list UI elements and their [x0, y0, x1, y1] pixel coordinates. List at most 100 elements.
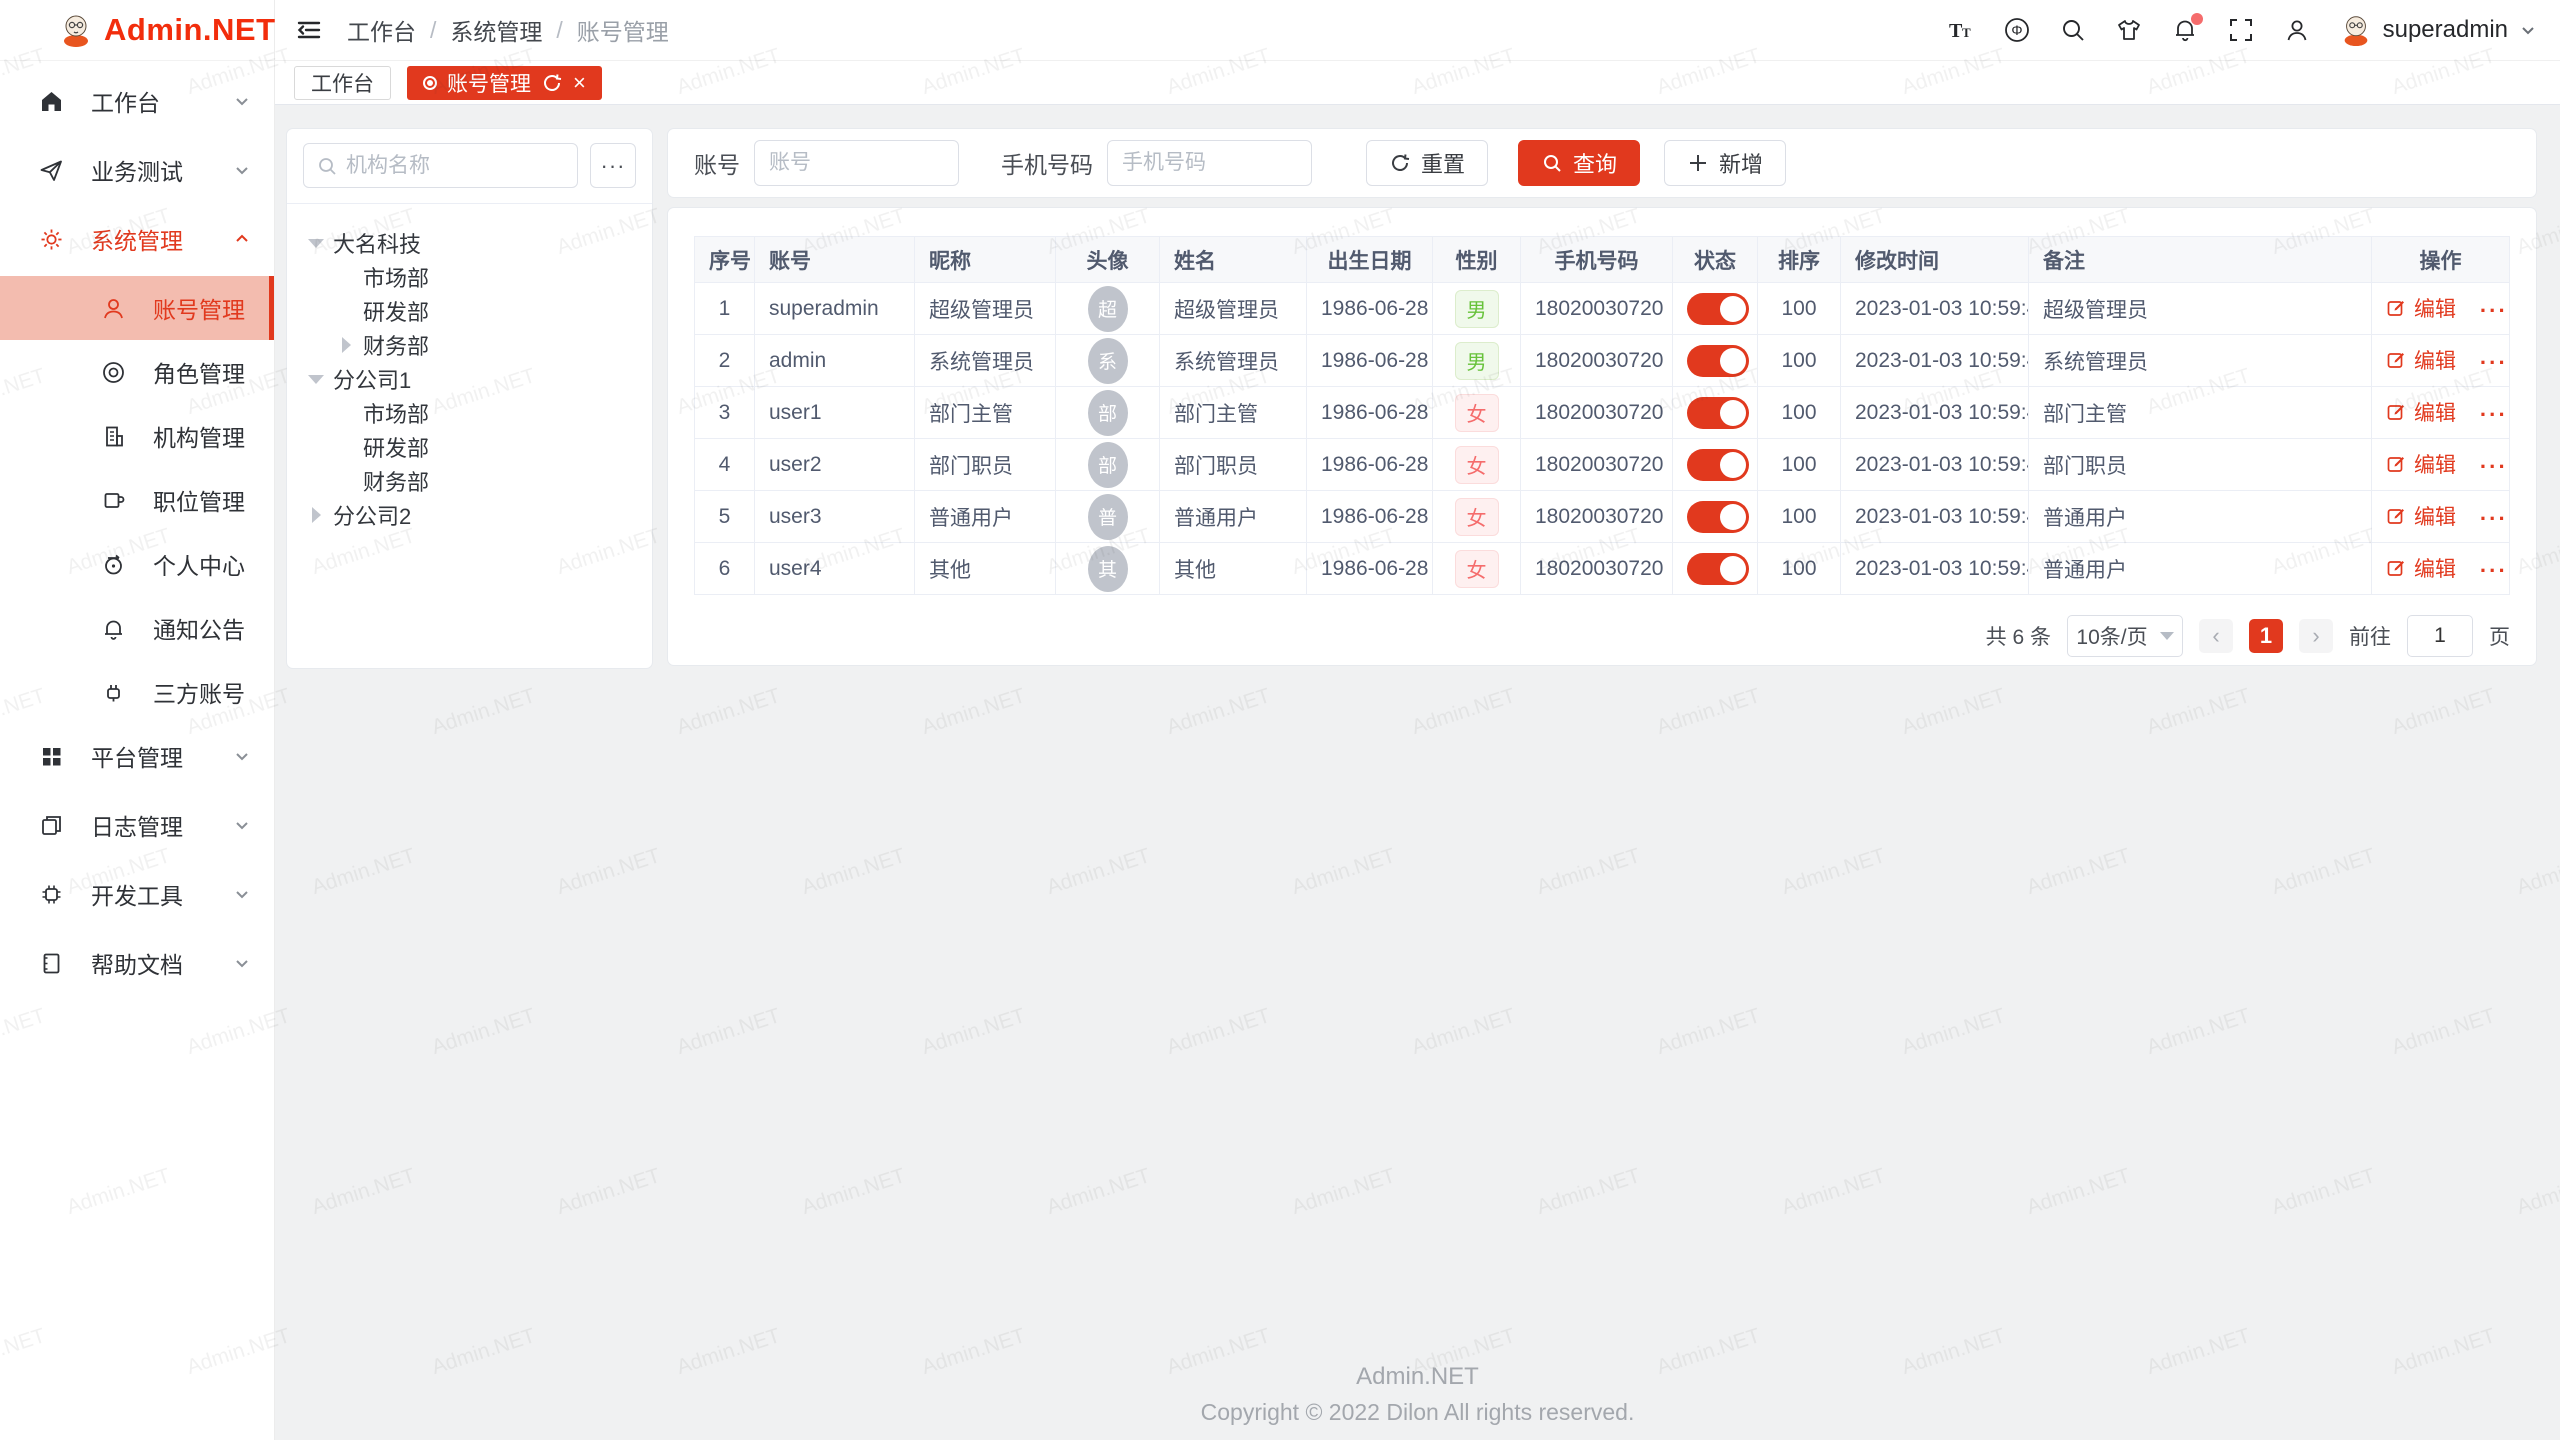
cell-sort: 100: [1758, 439, 1841, 491]
status-toggle[interactable]: [1687, 501, 1749, 533]
sidebar-item-business-test[interactable]: 业务测试: [0, 138, 274, 202]
logo[interactable]: Admin.NET: [0, 0, 274, 61]
edit-button[interactable]: 编辑: [2386, 501, 2456, 531]
org-more-button[interactable]: ···: [590, 143, 636, 188]
search-icon: [316, 155, 338, 177]
col-remark: 备注: [2029, 237, 2372, 283]
top-header: 工作台 / 系统管理 / 账号管理 TT Φ: [275, 0, 2560, 61]
tree-caret-icon[interactable]: [305, 368, 327, 390]
row-more-button[interactable]: ···: [2480, 402, 2508, 427]
cell-gender: 女: [1433, 491, 1521, 543]
row-more-button[interactable]: ···: [2480, 558, 2508, 583]
tree-caret-icon[interactable]: [335, 470, 357, 492]
status-toggle[interactable]: [1687, 553, 1749, 585]
table-row: 2 admin 系统管理员 系 系统管理员 1986-06-28 男 18020…: [695, 335, 2510, 387]
breadcrumb-item[interactable]: 系统管理: [450, 13, 542, 47]
chevron-down-icon: [232, 160, 252, 180]
sidebar-item-role-management[interactable]: 角色管理: [0, 340, 274, 404]
status-toggle[interactable]: [1687, 345, 1749, 377]
prev-page-button[interactable]: ‹: [2199, 619, 2233, 653]
edit-button[interactable]: 编辑: [2386, 397, 2456, 427]
breadcrumb-item[interactable]: 工作台: [347, 13, 416, 47]
row-more-button[interactable]: ···: [2480, 506, 2508, 531]
theme-shirt-icon[interactable]: [2115, 16, 2143, 44]
org-search-input[interactable]: [346, 154, 565, 178]
collapse-menu-icon[interactable]: [295, 16, 323, 44]
edit-button[interactable]: 编辑: [2386, 345, 2456, 375]
tree-node[interactable]: 财务部: [297, 328, 642, 362]
row-more-button[interactable]: ···: [2480, 350, 2508, 375]
query-button[interactable]: 查询: [1518, 140, 1640, 186]
goto-page-input[interactable]: [2407, 615, 2473, 657]
refresh-tab-icon[interactable]: [541, 72, 563, 94]
next-page-button[interactable]: ›: [2299, 619, 2333, 653]
sidebar-item-system-management[interactable]: 系统管理: [0, 207, 274, 271]
add-button[interactable]: 新增: [1664, 140, 1786, 186]
tree-caret-icon[interactable]: [335, 402, 357, 424]
edit-button[interactable]: 编辑: [2386, 293, 2456, 323]
font-size-icon[interactable]: TT: [1947, 16, 1975, 44]
cell-sort: 100: [1758, 283, 1841, 335]
row-more-button[interactable]: ···: [2480, 454, 2508, 479]
sidebar-item-dev-tools[interactable]: 开发工具: [0, 862, 274, 926]
tree-node[interactable]: 研发部: [297, 430, 642, 464]
tree-node[interactable]: 大名科技: [297, 226, 642, 260]
search-icon[interactable]: [2059, 16, 2087, 44]
tree-caret-icon[interactable]: [335, 334, 357, 356]
status-toggle[interactable]: [1687, 293, 1749, 325]
tree-caret-icon[interactable]: [305, 504, 327, 526]
sidebar-item-help-docs[interactable]: 帮助文档: [0, 931, 274, 995]
sidebar-item-position-management[interactable]: 职位管理: [0, 468, 274, 532]
phone-input[interactable]: [1107, 140, 1312, 186]
tree-node[interactable]: 财务部: [297, 464, 642, 498]
edit-button[interactable]: 编辑: [2386, 449, 2456, 479]
tab-account-management[interactable]: 账号管理 ×: [407, 66, 602, 100]
cell-index: 6: [695, 543, 755, 595]
close-tab-icon[interactable]: ×: [573, 70, 586, 96]
col-index: 序号: [695, 237, 755, 283]
current-page[interactable]: 1: [2249, 619, 2283, 653]
tree-node-label: 分公司2: [333, 499, 411, 531]
tree-node[interactable]: 分公司1: [297, 362, 642, 396]
bell-icon[interactable]: [2171, 16, 2199, 44]
role-icon: [100, 359, 127, 386]
sidebar-item-log-management[interactable]: 日志管理: [0, 793, 274, 857]
sidebar-item-platform-management[interactable]: 平台管理: [0, 724, 274, 788]
person-icon[interactable]: [2283, 16, 2311, 44]
sidebar-item-org-management[interactable]: 机构管理: [0, 404, 274, 468]
tree-caret-icon[interactable]: [335, 300, 357, 322]
sidebar-item-third-party-account[interactable]: 三方账号: [0, 660, 274, 724]
row-more-button[interactable]: ···: [2480, 298, 2508, 323]
tree-node[interactable]: 分公司2: [297, 498, 642, 532]
tree-node-label: 研发部: [363, 295, 429, 327]
language-icon[interactable]: Φ: [2003, 16, 2031, 44]
cell-actions: 编辑 ···: [2372, 283, 2510, 335]
sidebar-item-notice[interactable]: 通知公告: [0, 596, 274, 660]
log-icon: [38, 812, 65, 839]
reset-button[interactable]: 重置: [1366, 140, 1488, 186]
tree-node[interactable]: 市场部: [297, 396, 642, 430]
cell-modified: 2023-01-03 10:59:44: [1841, 335, 2029, 387]
footer-app-name: Admin.NET: [275, 1363, 2560, 1391]
tree-caret-icon[interactable]: [335, 436, 357, 458]
edit-button[interactable]: 编辑: [2386, 553, 2456, 583]
account-table: 序号 账号 昵称 头像 姓名 出生日期 性别 手机号码 状态 排序 修改时间 备…: [694, 236, 2510, 595]
tab-workbench[interactable]: 工作台: [294, 66, 391, 100]
tree-node[interactable]: 市场部: [297, 260, 642, 294]
sidebar-item-personal-center[interactable]: 个人中心: [0, 532, 274, 596]
status-toggle[interactable]: [1687, 397, 1749, 429]
chevron-down-icon: [2518, 20, 2538, 40]
cell-account: superadmin: [755, 283, 915, 335]
account-input[interactable]: [754, 140, 959, 186]
tree-caret-icon[interactable]: [335, 266, 357, 288]
user-menu[interactable]: superadmin: [2339, 13, 2538, 47]
fullscreen-icon[interactable]: [2227, 16, 2255, 44]
sidebar-item-label: 角色管理: [153, 355, 252, 389]
status-toggle[interactable]: [1687, 449, 1749, 481]
tree-caret-icon[interactable]: [305, 232, 327, 254]
cell-modified: 2023-01-03 10:59:44: [1841, 283, 2029, 335]
page-size-select[interactable]: 10条/页: [2067, 615, 2183, 657]
sidebar-item-workbench[interactable]: 工作台: [0, 69, 274, 133]
sidebar-item-account-management[interactable]: 账号管理: [0, 276, 274, 340]
tree-node[interactable]: 研发部: [297, 294, 642, 328]
